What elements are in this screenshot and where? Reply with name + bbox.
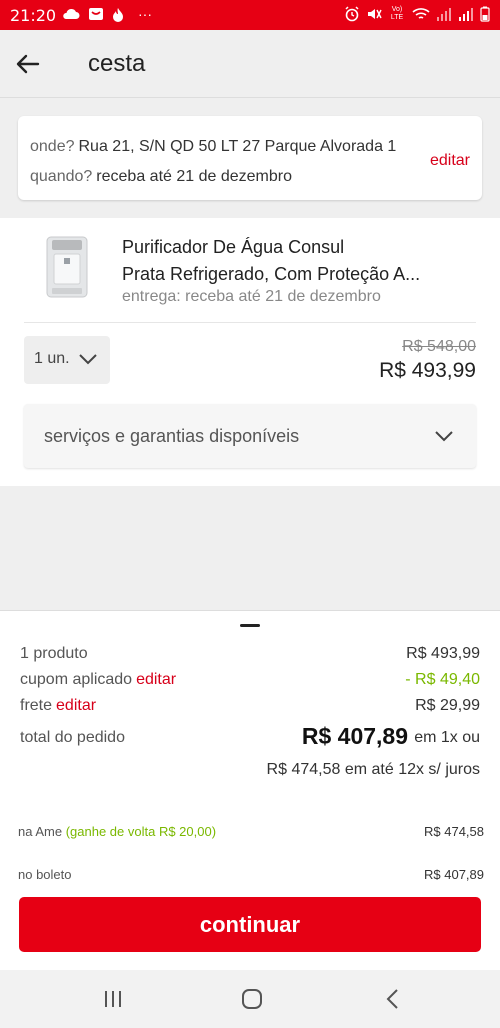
order-summary: 1 produto R$ 493,99 cupom aplicado editar… (0, 610, 500, 970)
flame-icon (113, 7, 123, 22)
ame-cashback: (ganhe de volta R$ 20,00) (65, 824, 217, 839)
products-label: 1 produto (20, 645, 88, 662)
back-arrow-icon[interactable] (14, 50, 42, 78)
shipping-value: R$ 29,99 (415, 697, 480, 714)
system-icons: Vo) LTE (344, 6, 490, 22)
old-price: R$ 548,00 (402, 338, 476, 355)
boleto-payment-row: no boleto R$ 407,89 (18, 867, 484, 882)
shipping-row: frete editar R$ 29,99 (20, 697, 480, 715)
app-header: cesta (0, 30, 500, 98)
when-label: quando? (30, 168, 93, 185)
product-name-line2: Prata Refrigerado, Com Proteção A... (122, 264, 421, 284)
signal-icon (437, 8, 451, 21)
signal-icon-2 (459, 8, 473, 21)
address-value: Rua 21, S/N QD 50 LT 27 Parque Alvorada … (78, 138, 397, 155)
system-nav-bar (0, 970, 500, 1028)
product-item: Purificador De Água Consul Prata Refrige… (0, 218, 500, 486)
volte-icon: Vo) LTE (390, 6, 404, 21)
notification-icons: ··· (62, 6, 152, 22)
coupon-row: cupom aplicado editar - R$ 49,40 (20, 671, 480, 689)
quantity-value: 1 un. (34, 350, 70, 367)
shipping-label: frete (20, 697, 53, 714)
edit-coupon-link[interactable]: editar (136, 671, 176, 688)
delivery-date-row: quando? receba até 21 de dezembro (30, 168, 292, 186)
coupon-value: - R$ 49,40 (405, 671, 480, 688)
coupon-label: cupom aplicado (20, 671, 133, 688)
where-label: onde? (30, 138, 75, 155)
delivery-card: onde? Rua 21, S/N QD 50 LT 27 Parque Alvo… (18, 116, 482, 200)
total-suffix: em 1x ou (414, 729, 480, 746)
recent-apps-icon[interactable] (100, 986, 126, 1012)
product-delivery: entrega: receba até 21 de dezembro (122, 288, 381, 305)
boleto-label: no boleto (18, 867, 72, 882)
drag-handle[interactable] (240, 624, 260, 627)
products-value: R$ 493,99 (406, 645, 480, 662)
product-name-line1: Purificador De Água Consul (122, 237, 345, 257)
cloud-icon (63, 8, 80, 19)
mute-icon (368, 9, 382, 19)
ame-label: na Ame (18, 824, 63, 839)
wifi-icon (412, 8, 430, 19)
page-title: cesta (88, 50, 146, 77)
boleto-value: R$ 407,89 (424, 867, 484, 882)
chevron-down-icon (79, 354, 97, 365)
battery-icon (480, 6, 490, 22)
divider (24, 322, 476, 323)
shop-bag-icon (89, 8, 103, 20)
quantity-select[interactable]: 1 un. (24, 336, 110, 384)
total-amount: R$ 407,89 (301, 723, 408, 749)
more-notifications-icon: ··· (138, 6, 152, 22)
chevron-down-icon (435, 431, 453, 442)
back-icon[interactable] (380, 986, 406, 1012)
continue-button[interactable]: continuar (19, 897, 481, 952)
total-label: total do pedido (20, 729, 125, 746)
status-bar: 21:20 ··· Vo) LTE (0, 0, 500, 30)
edit-delivery-link[interactable]: editar (430, 152, 470, 170)
delivery-date-value: receba até 21 de dezembro (96, 168, 292, 185)
ame-payment-row: na Ame (ganhe de volta R$ 20,00) R$ 474,… (18, 824, 484, 839)
products-row: 1 produto R$ 493,99 (20, 645, 480, 663)
alarm-icon (345, 6, 359, 22)
product-price: R$ 493,99 (379, 359, 476, 382)
product-image[interactable] (44, 236, 90, 298)
services-dropdown[interactable]: serviços e garantias disponíveis (24, 404, 476, 468)
status-time: 21:20 (10, 6, 57, 25)
ame-value: R$ 474,58 (424, 824, 484, 839)
home-icon[interactable] (239, 986, 265, 1012)
installments-info: R$ 474,58 em até 12x s/ juros (266, 761, 480, 778)
delivery-address-row: onde? Rua 21, S/N QD 50 LT 27 Parque Alvo… (30, 138, 396, 156)
services-label: serviços e garantias disponíveis (44, 426, 300, 446)
edit-shipping-link[interactable]: editar (56, 697, 96, 714)
product-name[interactable]: Purificador De Água Consul Prata Refrige… (122, 234, 462, 288)
